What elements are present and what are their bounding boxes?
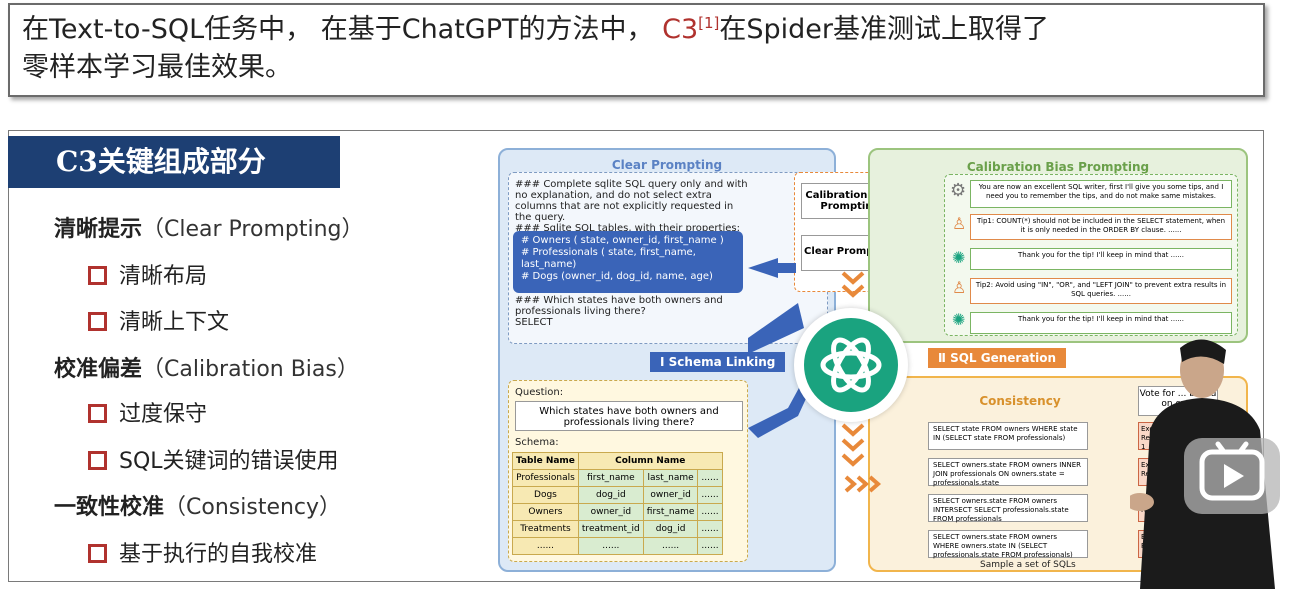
user-icon: ♙ xyxy=(952,278,967,297)
table-cell: ...... xyxy=(512,537,579,555)
list-subitem-label: 清晰上下文 xyxy=(119,310,230,335)
list-item-title: 一致性校准 xyxy=(54,495,165,520)
schema-header-column: Column Name xyxy=(577,452,723,470)
list-item-title: 清晰提示 xyxy=(54,217,143,242)
sql-candidate: SELECT state FROM owners WHERE state IN … xyxy=(928,422,1088,450)
table-cell: ...... xyxy=(642,537,699,555)
question-text: Which states have both owners and profes… xyxy=(515,401,743,431)
list-item-english: （Calibration Bias） xyxy=(142,357,359,382)
table-cell: dog_id xyxy=(642,520,699,538)
caption-banner: 在Text-to-SQL任务中， 在基于ChatGPT的方法中， C3[1]在S… xyxy=(8,3,1265,97)
arrow-up-icon xyxy=(748,386,810,438)
list-subitem: 基于执行的自我校准 xyxy=(88,536,317,568)
table-cell: ...... xyxy=(697,486,723,504)
calibration-row: Tip2: Avoid using "IN", "OR", and "LEFT … xyxy=(970,278,1232,304)
table-cell: ...... xyxy=(697,537,723,555)
list-subitem: 过度保守 xyxy=(88,396,207,428)
list-item-title: 校准偏差 xyxy=(54,357,143,382)
prompt-code-question: ### Which states have both owners and pr… xyxy=(515,295,723,328)
table-cell: ...... xyxy=(697,503,723,521)
prompt-code-tables: # Owners ( state, owner_id, first_name )… xyxy=(513,231,743,293)
bullet-square-icon xyxy=(88,311,107,331)
chatgpt-icon: ✺ xyxy=(952,248,966,267)
table-cell: Dogs xyxy=(512,486,579,504)
table-row: Treatments treatment_id dog_id...... xyxy=(512,520,723,538)
chatgpt-icon: ✺ xyxy=(952,310,966,329)
sql-candidate: SELECT owners.state FROM owners WHERE ow… xyxy=(928,530,1088,559)
list-subitem-label: SQL关键词的错误使用 xyxy=(119,449,339,474)
chevron-down-icon xyxy=(841,271,865,298)
question-label: Question: xyxy=(515,387,564,398)
calibration-panel: Calibration Bias Prompting ⚙ ♙ ✺ ♙ ✺ You… xyxy=(868,148,1248,343)
table-row: Owners owner_id first_name...... xyxy=(512,503,723,521)
chevron-right-icon xyxy=(844,475,882,493)
chatgpt-logo xyxy=(794,308,908,422)
list-subitem-label: 过度保守 xyxy=(119,402,208,427)
sql-candidate: SELECT owners.state FROM owners INTERSEC… xyxy=(928,494,1088,523)
caption-c3: C3 xyxy=(662,14,699,45)
caption-text: 在Text-to-SQL任务中， 在基于ChatGPT的方法中， C3[1]在S… xyxy=(22,11,1257,87)
table-row: Professionals first_name last_name...... xyxy=(512,469,723,487)
slide-title: C3关键组成部分 xyxy=(8,136,340,188)
clear-prompting-title: Clear Prompting xyxy=(611,158,723,172)
calibration-row: You are now an excellent SQL writer, fir… xyxy=(970,180,1232,208)
arrow-diagonal-icon xyxy=(748,303,804,354)
table-cell: owner_id xyxy=(642,486,699,504)
bullet-square-icon xyxy=(88,543,107,563)
arrow-left-icon xyxy=(748,258,796,278)
table-cell: first_name xyxy=(577,469,644,487)
user-icon: ♙ xyxy=(952,214,967,233)
list-subitem-label: 清晰布局 xyxy=(119,264,208,289)
play-icon xyxy=(1199,441,1265,501)
bullet-square-icon xyxy=(88,403,107,423)
schema-header-table: Table Name xyxy=(512,452,579,470)
list-item-english: （Clear Prompting） xyxy=(142,217,364,242)
bullet-square-icon xyxy=(88,265,107,285)
gear-icon: ⚙ xyxy=(950,180,967,201)
calibration-row: Thank you for the tip! I'll keep in mind… xyxy=(970,248,1232,270)
list-subitem: 清晰上下文 xyxy=(88,304,229,336)
table-row: Dogs dog_id owner_id...... xyxy=(512,486,723,504)
schema-label: Schema: xyxy=(515,437,559,448)
caption-line2: 零样本学习最佳效果。 xyxy=(22,52,292,83)
list-item-english: （Consistency） xyxy=(164,495,342,520)
table-row: ........................ xyxy=(512,537,723,555)
list-subitem: SQL关键词的错误使用 xyxy=(88,443,339,475)
table-cell: ...... xyxy=(697,520,723,538)
calibration-row: Tip1: COUNT(*) should not be included in… xyxy=(970,214,1232,240)
caption-citation: [1] xyxy=(698,14,720,32)
table-cell: ...... xyxy=(697,469,723,487)
list-item: 校准偏差（Calibration Bias） xyxy=(54,351,359,383)
table-cell: last_name xyxy=(642,469,699,487)
sql-generation-tag: Ⅱ SQL Generation xyxy=(928,348,1067,368)
table-cell: owner_id xyxy=(577,503,644,521)
chatgpt-logo-icon xyxy=(804,318,898,412)
consistency-title: Consistency xyxy=(979,394,1061,408)
table-cell: ...... xyxy=(577,537,644,555)
table-cell: treatment_id xyxy=(577,520,644,538)
table-cell: Treatments xyxy=(512,520,579,538)
list-subitem-label: 基于执行的自我校准 xyxy=(119,542,318,567)
caption-line1-post: 在Spider基准测试上取得了 xyxy=(719,14,1050,45)
table-cell: first_name xyxy=(642,503,699,521)
bullet-square-icon xyxy=(88,450,107,470)
schema-table: Table Name Column Name Professionals firs… xyxy=(512,452,723,555)
table-cell: dog_id xyxy=(577,486,644,504)
table-cell: Professionals xyxy=(512,469,579,487)
list-item: 清晰提示（Clear Prompting） xyxy=(54,211,364,243)
sample-label: Sample a set of SQLs xyxy=(980,560,1076,570)
list-subitem: 清晰布局 xyxy=(88,258,207,290)
list-item: 一致性校准（Consistency） xyxy=(54,489,341,521)
calibration-title: Calibration Bias Prompting xyxy=(966,160,1150,174)
sql-candidate: SELECT owners.state FROM owners INNER JO… xyxy=(928,458,1088,487)
table-cell: Owners xyxy=(512,503,579,521)
caption-line1-pre: 在Text-to-SQL任务中， 在基于ChatGPT的方法中， xyxy=(22,14,663,45)
play-button[interactable] xyxy=(1184,438,1280,514)
